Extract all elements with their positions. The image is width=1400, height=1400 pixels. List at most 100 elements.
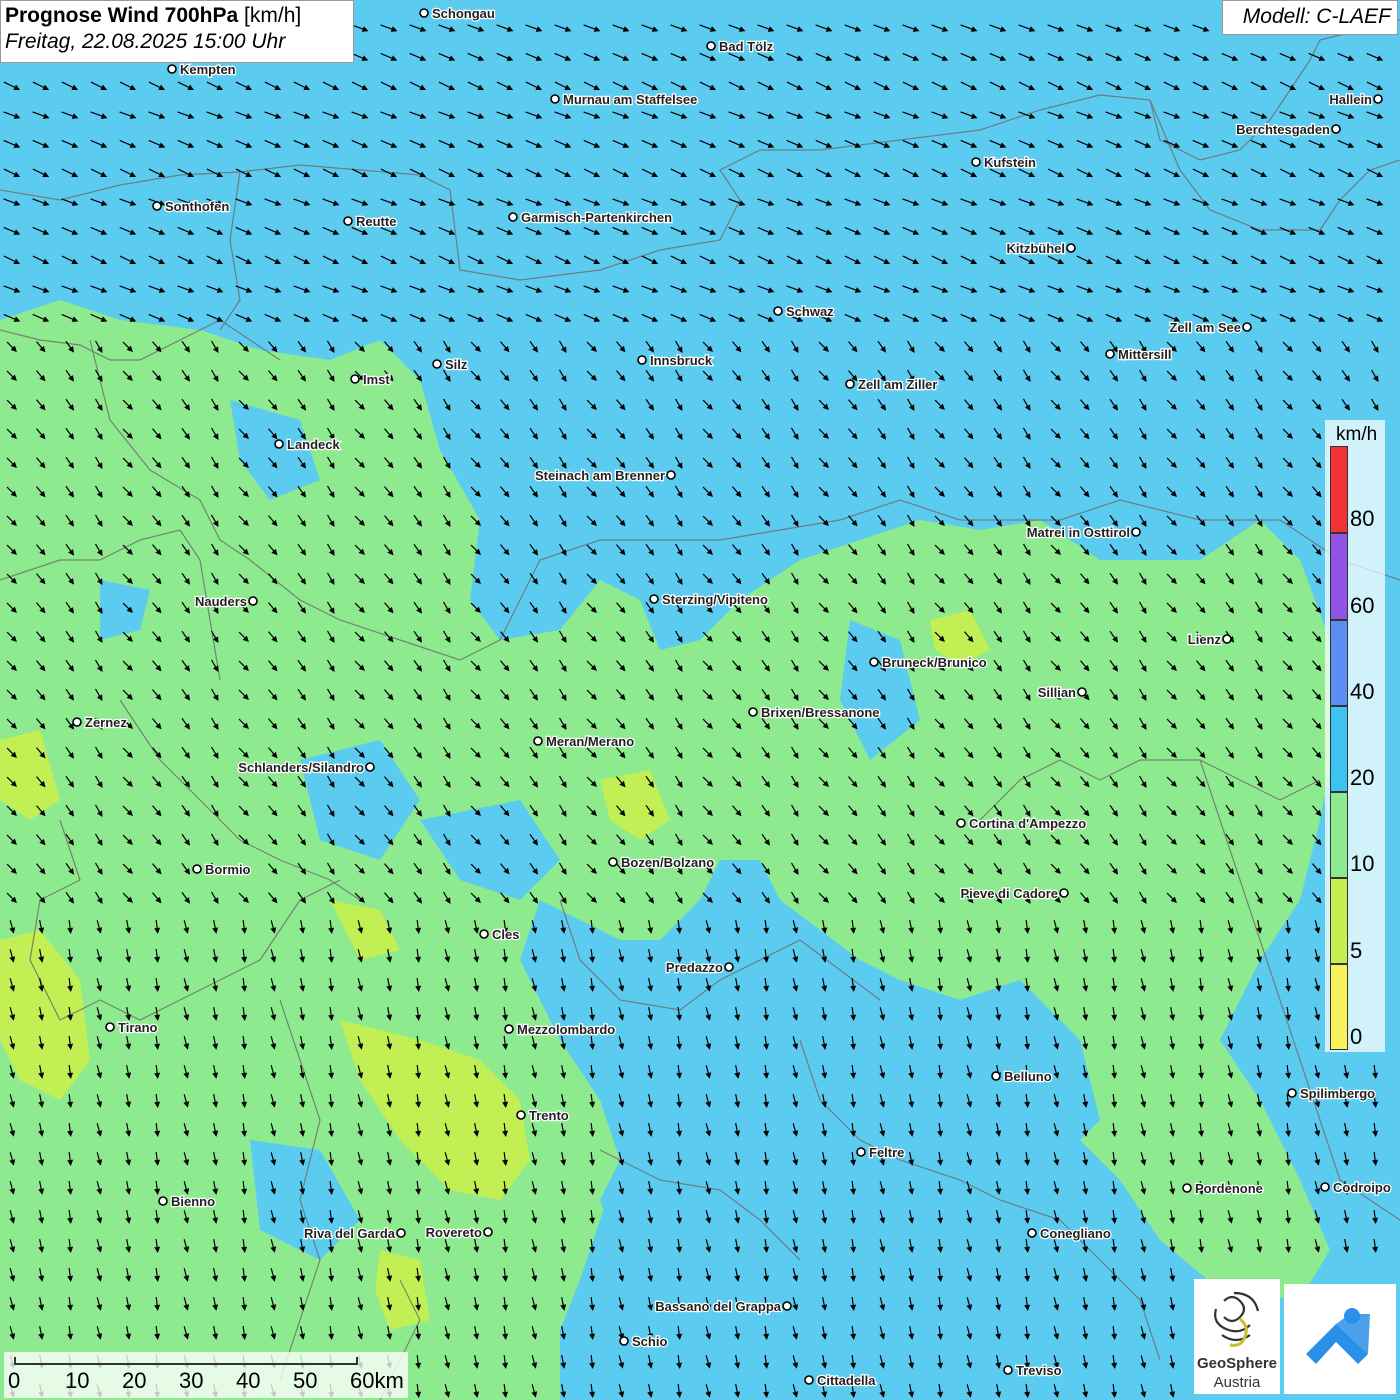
city-murnau-am-staffelsee: Murnau am Staffelsee [550, 91, 699, 108]
city-label: Mittersill [1118, 347, 1171, 362]
legend-color-80 [1330, 446, 1348, 533]
city-label: Cittadella [817, 1373, 876, 1388]
city-meran-merano: Meran/Merano [533, 733, 635, 750]
legend-color-40 [1330, 620, 1348, 706]
city-marker [956, 818, 966, 828]
legend-color-10 [1330, 792, 1348, 878]
city-marker [1027, 1228, 1037, 1238]
city-label: Reutte [356, 214, 396, 229]
city-label: Cles [492, 927, 519, 942]
city-label: Steinach am Brenner [535, 468, 665, 483]
city-marker [192, 864, 202, 874]
city-label: Schongau [432, 6, 495, 21]
city-brixen-bressanone: Brixen/Bressanone [748, 704, 881, 721]
city-label: Predazzo [666, 960, 723, 975]
title-panel: Prognose Wind 700hPa [km/h] Freitag, 22.… [0, 0, 354, 63]
city-marker [856, 1147, 866, 1157]
city-berchtesgaden: Berchtesgaden [1235, 121, 1341, 138]
city-label: Landeck [287, 437, 341, 452]
city-steinach-am-brenner: Steinach am Brenner [534, 467, 676, 484]
city-marker [666, 470, 676, 480]
city-label: Nauders [195, 594, 247, 609]
city-label: Cortina d'Ampezzo [969, 816, 1086, 831]
city-label: Lienz [1188, 632, 1222, 647]
city-bruneck-brunico: Bruneck/Brunico [869, 654, 988, 671]
city-label: Conegliano [1040, 1226, 1111, 1241]
city-label: Bad Tölz [719, 39, 774, 54]
city-garmisch-partenkirchen: Garmisch-Partenkirchen [508, 209, 673, 226]
city-label: Bassano del Grappa [655, 1299, 781, 1314]
map-title: Prognose Wind 700hPa [km/h] [5, 4, 349, 28]
city-marker [1059, 888, 1069, 898]
city-marker [350, 374, 360, 384]
city-matrei-in-osttirol: Matrei in Osttirol [1025, 524, 1141, 541]
city-label: Codroipo [1333, 1180, 1391, 1195]
city-marker [991, 1071, 1001, 1081]
city-label: Bruneck/Brunico [882, 655, 987, 670]
city-marker [1242, 322, 1252, 332]
city-marker [724, 962, 734, 972]
city-bassano-del-grappa: Bassano del Grappa [654, 1298, 792, 1315]
city-cortina-d-ampezzo: Cortina d'Ampezzo [956, 815, 1088, 832]
city-marker [504, 1024, 514, 1034]
city-spilimbergo: Spilimbergo [1287, 1085, 1376, 1102]
city-label: Spilimbergo [1300, 1086, 1375, 1101]
city-marker [608, 857, 618, 867]
city-label: Schlanders/Silandro [238, 760, 364, 775]
legend-tick-10: 10 [1350, 851, 1375, 876]
wind-map[interactable]: Schongau Bad Tölz Kempten Murnau am Staffel… [0, 0, 1400, 1400]
city-label: Bormio [205, 862, 251, 877]
city-marker [72, 717, 82, 727]
city-marker [1105, 349, 1115, 359]
city-marker [1222, 634, 1232, 644]
city-label: Sillian [1038, 685, 1076, 700]
city-label: Mezzolombardo [517, 1022, 615, 1037]
city-label: Belluno [1004, 1069, 1052, 1084]
city-marker [105, 1022, 115, 1032]
city-label: Silz [445, 357, 468, 372]
city-marker [804, 1375, 814, 1385]
city-marker [365, 762, 375, 772]
city-marker [158, 1196, 168, 1206]
city-pordenone: Pordenone [1182, 1180, 1264, 1197]
city-label: Garmisch-Partenkirchen [521, 210, 672, 225]
city-mezzolombardo: Mezzolombardo [504, 1021, 617, 1038]
city-marker [479, 929, 489, 939]
city-marker [343, 216, 353, 226]
city-label: Kempten [180, 62, 236, 77]
city-label: Berchtesgaden [1236, 122, 1330, 137]
city-marker [432, 359, 442, 369]
city-label: Bozen/Bolzano [621, 855, 714, 870]
city-label: Bienno [171, 1194, 215, 1209]
city-label: Pieve di Cadore [960, 886, 1058, 901]
forecast-datetime: Freitag, 22.08.2025 15:00 Uhr [5, 30, 286, 53]
city-marker [533, 736, 543, 746]
city-label: Brixen/Bressanone [761, 705, 880, 720]
city-label: Hallein [1329, 92, 1372, 107]
city-schongau: Schongau [419, 5, 496, 22]
city-label: Innsbruck [650, 353, 713, 368]
geosphere-logo-icon [1214, 1291, 1260, 1347]
city-sonthofen: Sonthofen [152, 198, 231, 215]
legend-unit: km/h [1336, 424, 1378, 445]
city-marker [637, 355, 647, 365]
city-marker [152, 201, 162, 211]
city-conegliano: Conegliano [1027, 1225, 1112, 1242]
title-text: Prognose Wind 700hPa [5, 4, 239, 27]
legend-color-60 [1330, 533, 1348, 620]
city-marker [869, 657, 879, 667]
app-logo [1284, 1284, 1396, 1394]
city-marker [1066, 243, 1076, 253]
logo-name: GeoSphere [1196, 1355, 1278, 1372]
city-zell-am-see: Zell am See [1168, 319, 1252, 336]
logo-subtitle: Austria [1213, 1374, 1261, 1391]
city-marker [1182, 1183, 1192, 1193]
city-label: Schwaz [786, 304, 834, 319]
scale-label-1: 10 [65, 1368, 90, 1393]
city-label: Matrei in Osttirol [1027, 525, 1130, 540]
city-label: Kitzbühel [1007, 241, 1066, 256]
city-innsbruck: Innsbruck [637, 352, 714, 369]
scale-label-3: 30 [179, 1368, 204, 1393]
legend-tick-5: 5 [1350, 938, 1363, 963]
city-marker [619, 1336, 629, 1346]
